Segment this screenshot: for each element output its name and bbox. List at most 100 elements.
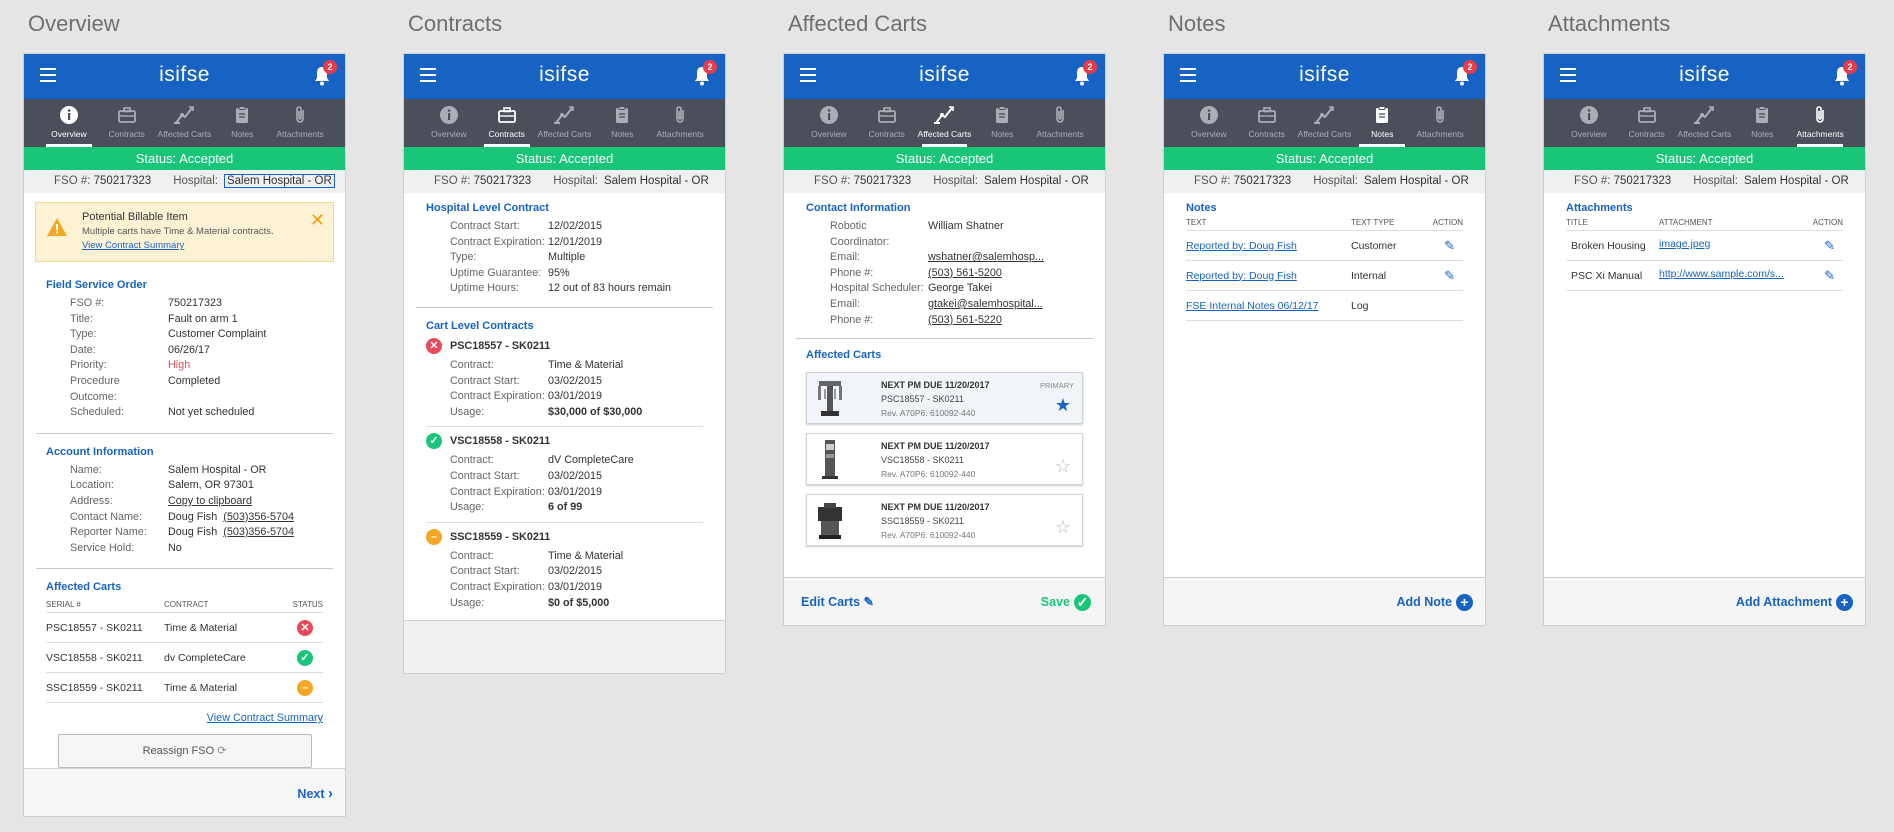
- note-link[interactable]: FSE Internal Notes 06/12/17: [1186, 300, 1319, 312]
- tab-bar: Overview Contracts Affected Carts Notes Atta…: [1164, 99, 1485, 147]
- attachments-table: TITLE ATTACHMENT ACTION Broken Housing image…: [1566, 216, 1843, 291]
- add-attachment-button[interactable]: Add Attachment +: [1736, 594, 1853, 611]
- tab-notes[interactable]: Notes: [1733, 99, 1791, 147]
- section-title: Contact Information: [806, 202, 911, 214]
- detail-row: Contract Expiration: 03/01/2019: [426, 485, 703, 501]
- table-row[interactable]: SSC18559 - SK0211 Time & Material –: [46, 672, 323, 704]
- tab-affected-carts[interactable]: Affected Carts: [1296, 99, 1354, 147]
- tab-contracts[interactable]: Contracts: [478, 99, 536, 147]
- section-title: Field Service Order: [46, 279, 147, 291]
- detail-value[interactable]: (503) 561-5200: [928, 266, 1002, 282]
- pencil-icon[interactable]: ✎: [1444, 268, 1455, 283]
- section-title: Account Information: [46, 445, 154, 458]
- detail-label: Contract Start:: [450, 374, 520, 387]
- tab-notes[interactable]: Notes: [1353, 99, 1411, 147]
- close-icon[interactable]: ✕: [310, 210, 325, 231]
- surgeon-console-image: [818, 503, 842, 540]
- tab-contracts[interactable]: Contracts: [1238, 99, 1296, 147]
- phone-link[interactable]: (503)356-5704: [223, 510, 294, 526]
- tab-attachments[interactable]: Attachments: [271, 99, 329, 147]
- tab-label: Notes: [1751, 129, 1774, 139]
- hospital-value[interactable]: Salem Hospital - OR: [223, 174, 335, 188]
- tab-contracts[interactable]: Contracts: [858, 99, 916, 147]
- cart-card[interactable]: NEXT PM DUE 11/20/2017 SSC18559 - SK0211 R…: [806, 494, 1083, 547]
- detail-value[interactable]: (503) 561-5220: [928, 313, 1002, 329]
- chevron-right-icon: ›: [328, 785, 333, 802]
- table-row[interactable]: PSC18557 - SK0211 Time & Material ✕: [46, 612, 323, 644]
- star-outline-icon[interactable]: ☆: [1055, 456, 1071, 477]
- reassign-button[interactable]: Reassign FSO ⟳: [57, 734, 312, 769]
- alert-link[interactable]: View Contract Summary: [82, 240, 184, 251]
- fso-label: FSO #:: [54, 175, 91, 187]
- tab-label: Overview: [51, 129, 87, 139]
- tab-label: Notes: [991, 129, 1014, 139]
- detail-row: Service Hold: No: [46, 541, 323, 557]
- tab-attachments[interactable]: Attachments: [651, 99, 709, 147]
- note-link[interactable]: Reported by: Doug Fish: [1186, 270, 1297, 282]
- pencil-icon[interactable]: ✎: [1444, 238, 1455, 253]
- vision-cart-image: [822, 440, 838, 480]
- tab-attachments[interactable]: Attachments: [1031, 99, 1089, 147]
- next-button[interactable]: Next ›: [297, 785, 333, 802]
- edit-carts-button[interactable]: Edit Carts ✎: [801, 594, 874, 609]
- attachment-link[interactable]: image.jpeg: [1659, 238, 1710, 250]
- tab-affected-carts[interactable]: Affected Carts: [156, 99, 214, 147]
- tab-notes[interactable]: Notes: [973, 99, 1031, 147]
- detail-label: Uptime Guarantee:: [450, 266, 542, 279]
- pencil-icon[interactable]: ✎: [1824, 268, 1835, 283]
- detail-value[interactable]: Copy to clipboard: [168, 494, 252, 510]
- carts-table: SERIAL # CONTRACT STATUS PSC18557 - SK0211 T…: [46, 598, 323, 704]
- add-note-button[interactable]: Add Note +: [1396, 594, 1473, 611]
- save-button[interactable]: Save ✓: [1041, 594, 1091, 611]
- serial-cell: SSC18559 - SK0211: [46, 672, 164, 704]
- clipboard-icon: [1733, 105, 1791, 125]
- tab-attachments[interactable]: Attachments: [1791, 99, 1849, 147]
- warning-icon: [47, 218, 67, 236]
- tab-overview[interactable]: Overview: [1560, 99, 1618, 147]
- star-filled-icon[interactable]: ★: [1055, 395, 1071, 416]
- tab-notes[interactable]: Notes: [593, 99, 651, 147]
- contract-summary-link[interactable]: View Contract Summary: [46, 712, 323, 724]
- tab-notes[interactable]: Notes: [213, 99, 271, 147]
- info-icon: [1560, 105, 1618, 125]
- phone-link[interactable]: (503)356-5704: [223, 525, 294, 541]
- tab-contracts[interactable]: Contracts: [98, 99, 156, 147]
- tab-affected-carts[interactable]: Affected Carts: [536, 99, 594, 147]
- pm-due: NEXT PM DUE 11/20/2017: [881, 441, 990, 452]
- detail-row: FSO #: 750217323: [46, 296, 323, 312]
- robot-arm-icon: [536, 105, 594, 125]
- tab-overview[interactable]: Overview: [800, 99, 858, 147]
- note-link[interactable]: Reported by: Doug Fish: [1186, 240, 1297, 252]
- hospital-value: Salem Hospital - OR: [983, 175, 1089, 187]
- tab-affected-carts[interactable]: Affected Carts: [916, 99, 974, 147]
- cart-card[interactable]: NEXT PM DUE 11/20/2017 VSC18558 - SK0211 R…: [806, 433, 1083, 486]
- detail-value: Salem, OR 97301: [168, 479, 254, 492]
- detail-label: Usage:: [450, 501, 485, 514]
- cart-name: VSC18558 - SK0211: [450, 435, 551, 448]
- pm-due: NEXT PM DUE 11/20/2017: [881, 502, 990, 513]
- tab-contracts[interactable]: Contracts: [1618, 99, 1676, 147]
- robot-arm-icon: [1676, 105, 1734, 125]
- clipboard-icon: [973, 105, 1031, 125]
- tab-label: Affected Carts: [917, 129, 972, 139]
- star-outline-icon[interactable]: ☆: [1055, 517, 1071, 538]
- detail-label: Contact Name:: [70, 510, 143, 523]
- attachment-link[interactable]: http://www.sample.com/s...: [1659, 268, 1784, 280]
- cart-card[interactable]: NEXT PM DUE 11/20/2017 PSC18557 - SK0211 R…: [806, 372, 1083, 425]
- tab-overview[interactable]: Overview: [1180, 99, 1238, 147]
- warning-status-icon: –: [426, 528, 442, 545]
- detail-label: Contract Expiration:: [450, 235, 545, 248]
- pencil-icon[interactable]: ✎: [1824, 238, 1835, 253]
- tab-affected-carts[interactable]: Affected Carts: [1676, 99, 1734, 147]
- tab-overview[interactable]: Overview: [420, 99, 478, 147]
- detail-value[interactable]: wshatner@salemhosp...: [928, 250, 1044, 266]
- detail-value[interactable]: gtakei@salemhospital...: [928, 297, 1043, 313]
- detail-label: Contract Expiration:: [450, 485, 545, 498]
- tab-attachments[interactable]: Attachments: [1411, 99, 1469, 147]
- tab-label: Notes: [1371, 129, 1394, 139]
- tab-overview[interactable]: Overview: [40, 99, 98, 147]
- table-row[interactable]: VSC18558 - SK0211 dv CompleteCare ✓: [46, 642, 323, 674]
- detail-label: Usage:: [450, 405, 485, 418]
- tab-label: Notes: [611, 129, 634, 139]
- screen-title-attachments: Attachments: [1548, 11, 1671, 36]
